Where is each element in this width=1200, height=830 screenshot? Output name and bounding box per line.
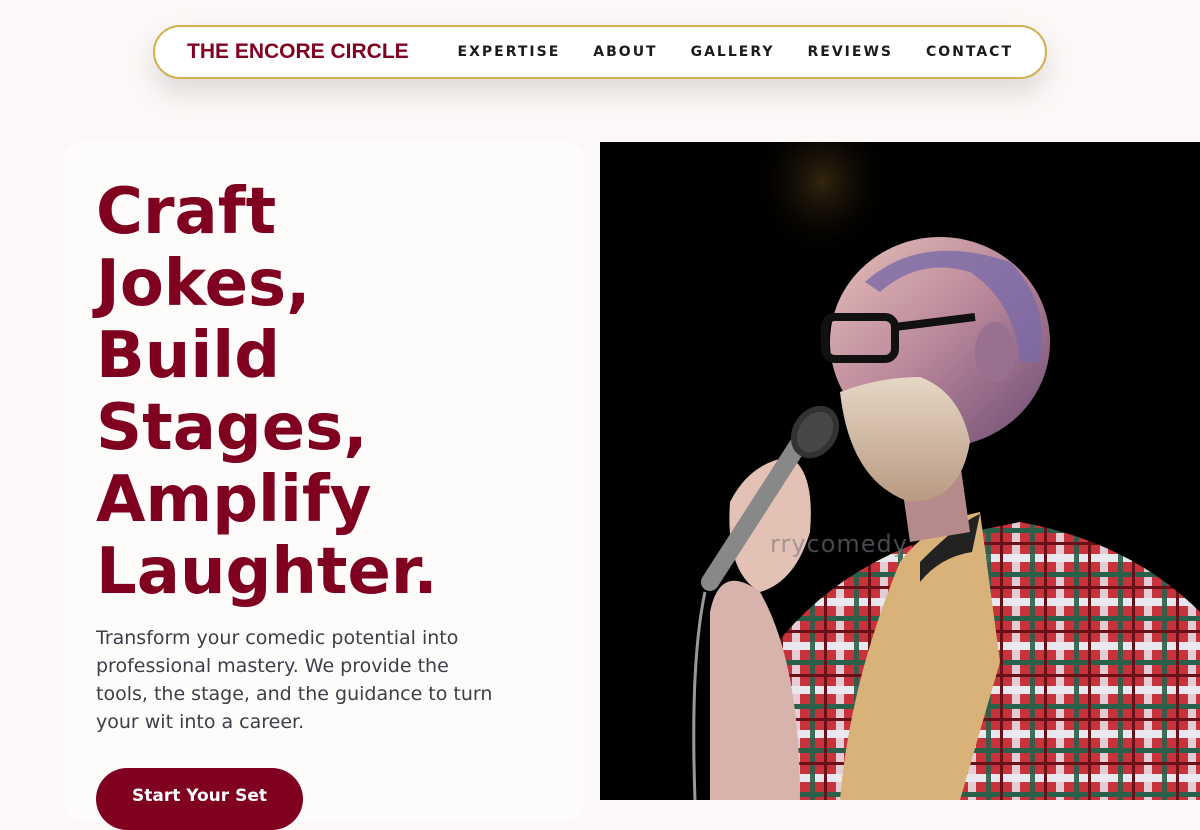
photo-watermark: rrycomedy [770, 530, 908, 558]
headline-line: Build [96, 319, 281, 393]
nav-link-gallery[interactable]: GALLERY [691, 44, 775, 60]
headline-line: Stages, [96, 391, 368, 465]
hero-headline: Craft Jokes, Build Stages, Amplify Laugh… [96, 176, 566, 608]
nav-link-reviews[interactable]: REVIEWS [808, 44, 893, 60]
hero-description: Transform your comedic potential into pr… [96, 627, 493, 733]
nav-link-about[interactable]: ABOUT [593, 44, 657, 60]
headline-line: Jokes, [96, 247, 311, 321]
comedian-with-microphone-icon [600, 142, 1200, 800]
comedian-photo: rrycomedy [600, 142, 1200, 800]
headline-line: Amplify [96, 463, 372, 537]
nav-link-contact[interactable]: CONTACT [926, 44, 1013, 60]
headline-line: Laughter. [96, 535, 438, 609]
brand-logo[interactable]: THE ENCORE CIRCLE [187, 40, 409, 64]
start-your-set-button[interactable]: Start Your Set [96, 768, 303, 830]
top-navbar: THE ENCORE CIRCLE EXPERTISE ABOUT GALLER… [153, 25, 1047, 79]
headline-line: Craft [96, 175, 277, 249]
nav-links: EXPERTISE ABOUT GALLERY REVIEWS CONTACT [458, 44, 1013, 60]
nav-link-expertise[interactable]: EXPERTISE [458, 44, 561, 60]
